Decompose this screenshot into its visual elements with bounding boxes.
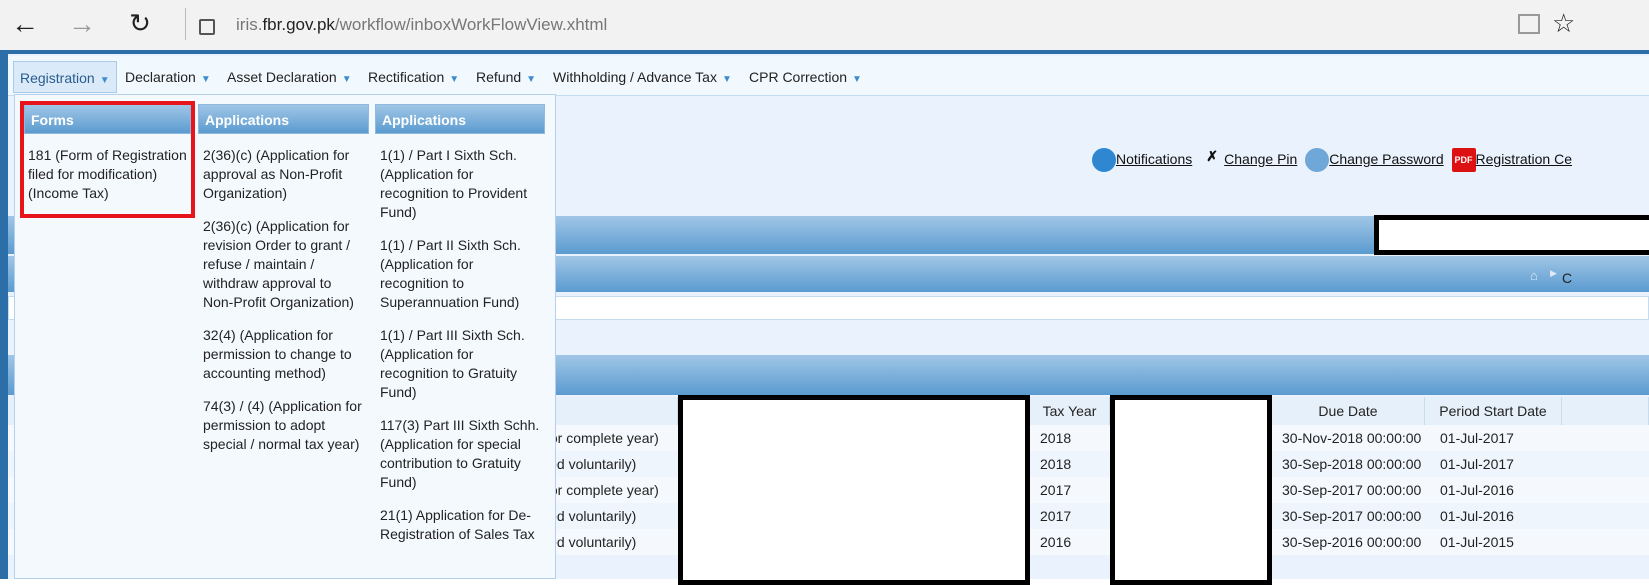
cell-tax_year: 2017 <box>1040 508 1072 524</box>
reading-view-icon[interactable] <box>1518 14 1540 34</box>
dropdown-menu-item[interactable]: 2(36)(c) (Application for approval as No… <box>203 146 363 203</box>
change-pin-link[interactable]: Change Pin <box>1224 151 1297 167</box>
menu-label: Asset Declaration <box>227 69 337 85</box>
cell-start: 01-Jul-2016 <box>1440 508 1514 524</box>
menu-registration[interactable]: Registration ▼ <box>13 61 117 93</box>
breadcrumb-arrow-icon: ▶ <box>1550 268 1557 278</box>
cell-start: 01-Jul-2017 <box>1440 456 1514 472</box>
cell-start: 01-Jul-2016 <box>1440 482 1514 498</box>
reload-icon[interactable]: ↻ <box>120 8 160 39</box>
cell-start: 01-Jul-2017 <box>1440 430 1514 446</box>
home-icon[interactable]: ⌂ <box>1530 268 1538 283</box>
pin-icon: ✗ <box>1206 148 1219 164</box>
col-header-due-date[interactable]: Due Date <box>1272 397 1425 425</box>
dropdown-menu-item[interactable]: 2(36)(c) (Application for revision Order… <box>203 217 363 312</box>
dropdown-menu-item[interactable]: 74(3) / (4) (Application for permission … <box>203 397 363 454</box>
favorite-star-icon[interactable]: ☆ <box>1552 8 1575 39</box>
cell-desc: for complete year) <box>546 482 659 498</box>
url-host: fbr.gov.pk <box>262 15 335 34</box>
menu-rectification[interactable]: Rectification ▼ <box>362 61 465 93</box>
user-key-icon <box>1305 148 1330 172</box>
redacted-column <box>1110 395 1272 585</box>
menu-label: Registration <box>20 70 95 86</box>
col-header-tax-year[interactable]: Tax Year <box>1030 397 1110 425</box>
menu-label: CPR Correction <box>749 69 848 85</box>
applications-list: 2(36)(c) (Application for approval as No… <box>203 146 363 468</box>
caret-down-icon: ▼ <box>526 74 537 85</box>
dropdown-menu-item[interactable]: 21(1) Application for De-Registration of… <box>380 506 540 544</box>
caret-down-icon: ▼ <box>852 74 862 85</box>
cell-due: 30-Nov-2018 00:00:00 <box>1282 430 1422 446</box>
cell-due: 30-Sep-2018 00:00:00 <box>1282 456 1422 472</box>
dropdown-menu-item[interactable]: 1(1) / Part II Sixth Sch. (Application f… <box>380 236 540 312</box>
registration-certificate-link[interactable]: Registration Ce <box>1476 151 1573 167</box>
menu-cpr-correction[interactable]: CPR Correction ▼ <box>743 61 868 93</box>
user-links: Notifications ✗ Change Pin Change Passwor… <box>1092 148 1576 172</box>
dropdown-menu-item[interactable]: 1(1) / Part III Sixth Sch. (Application … <box>380 326 540 402</box>
dropdown-menu-item[interactable]: 117(3) Part III Sixth Schh. (Application… <box>380 416 540 492</box>
divider <box>185 8 186 40</box>
menu-refund[interactable]: Refund ▼ <box>470 61 542 93</box>
breadcrumb-item[interactable]: C <box>1562 270 1572 286</box>
cell-tax_year: 2018 <box>1040 456 1072 472</box>
caret-down-icon: ▼ <box>99 75 110 86</box>
menu-label: Refund <box>476 69 522 85</box>
applications-header: Applications <box>198 104 369 134</box>
bell-icon <box>1092 148 1116 172</box>
cell-start: 01-Jul-2015 <box>1440 534 1514 550</box>
applications-list-2: 1(1) / Part I Sixth Sch. (Application fo… <box>380 146 540 558</box>
url-prefix: iris. <box>236 15 263 34</box>
lock-icon <box>199 19 215 35</box>
menu-asset-declaration[interactable]: Asset Declaration ▼ <box>221 61 358 93</box>
menu-label: Rectification <box>368 69 445 85</box>
caret-down-icon: ▼ <box>449 74 460 85</box>
menu-label: Declaration <box>125 69 196 85</box>
dropdown-menu-item[interactable]: 32(4) (Application for permission to cha… <box>203 326 363 383</box>
highlight-box <box>20 101 195 218</box>
pdf-icon: PDF <box>1451 148 1476 172</box>
cell-due: 30-Sep-2017 00:00:00 <box>1282 482 1422 498</box>
applications-header-2: Applications <box>375 104 545 134</box>
cell-tax_year: 2018 <box>1040 430 1072 446</box>
forward-icon[interactable]: → <box>62 8 102 40</box>
caret-down-icon: ▼ <box>341 74 352 85</box>
back-icon[interactable]: ← <box>5 8 45 40</box>
cell-desc: led voluntarily) <box>546 508 637 524</box>
cell-desc: for complete year) <box>546 430 659 446</box>
notifications-link[interactable]: Notifications <box>1116 151 1192 167</box>
cell-due: 30-Sep-2017 00:00:00 <box>1282 508 1422 524</box>
cell-tax_year: 2017 <box>1040 482 1072 498</box>
address-bar[interactable]: iris.fbr.gov.pk/workflow/inboxWorkFlowVi… <box>236 15 607 35</box>
caret-down-icon: ▼ <box>200 74 211 85</box>
menu-label: Withholding / Advance Tax <box>553 69 717 85</box>
caret-down-icon: ▼ <box>721 74 732 85</box>
url-path: /workflow/inboxWorkFlowView.xhtml <box>334 15 608 34</box>
menu-declaration[interactable]: Declaration ▼ <box>119 61 217 93</box>
col-header-more[interactable] <box>1562 397 1649 425</box>
change-password-link[interactable]: Change Password <box>1329 151 1443 167</box>
cell-desc: led voluntarily) <box>546 534 637 550</box>
cell-tax_year: 2016 <box>1040 534 1072 550</box>
col-header-period-start[interactable]: Period Start Date <box>1425 397 1562 425</box>
cell-due: 30-Sep-2016 00:00:00 <box>1282 534 1422 550</box>
menu-withholding[interactable]: Withholding / Advance Tax ▼ <box>547 61 738 93</box>
redacted-box <box>1374 215 1649 255</box>
dropdown-menu-item[interactable]: 1(1) / Part I Sixth Sch. (Application fo… <box>380 146 540 222</box>
redacted-column <box>678 395 1030 585</box>
cell-desc: led voluntarily) <box>546 456 637 472</box>
